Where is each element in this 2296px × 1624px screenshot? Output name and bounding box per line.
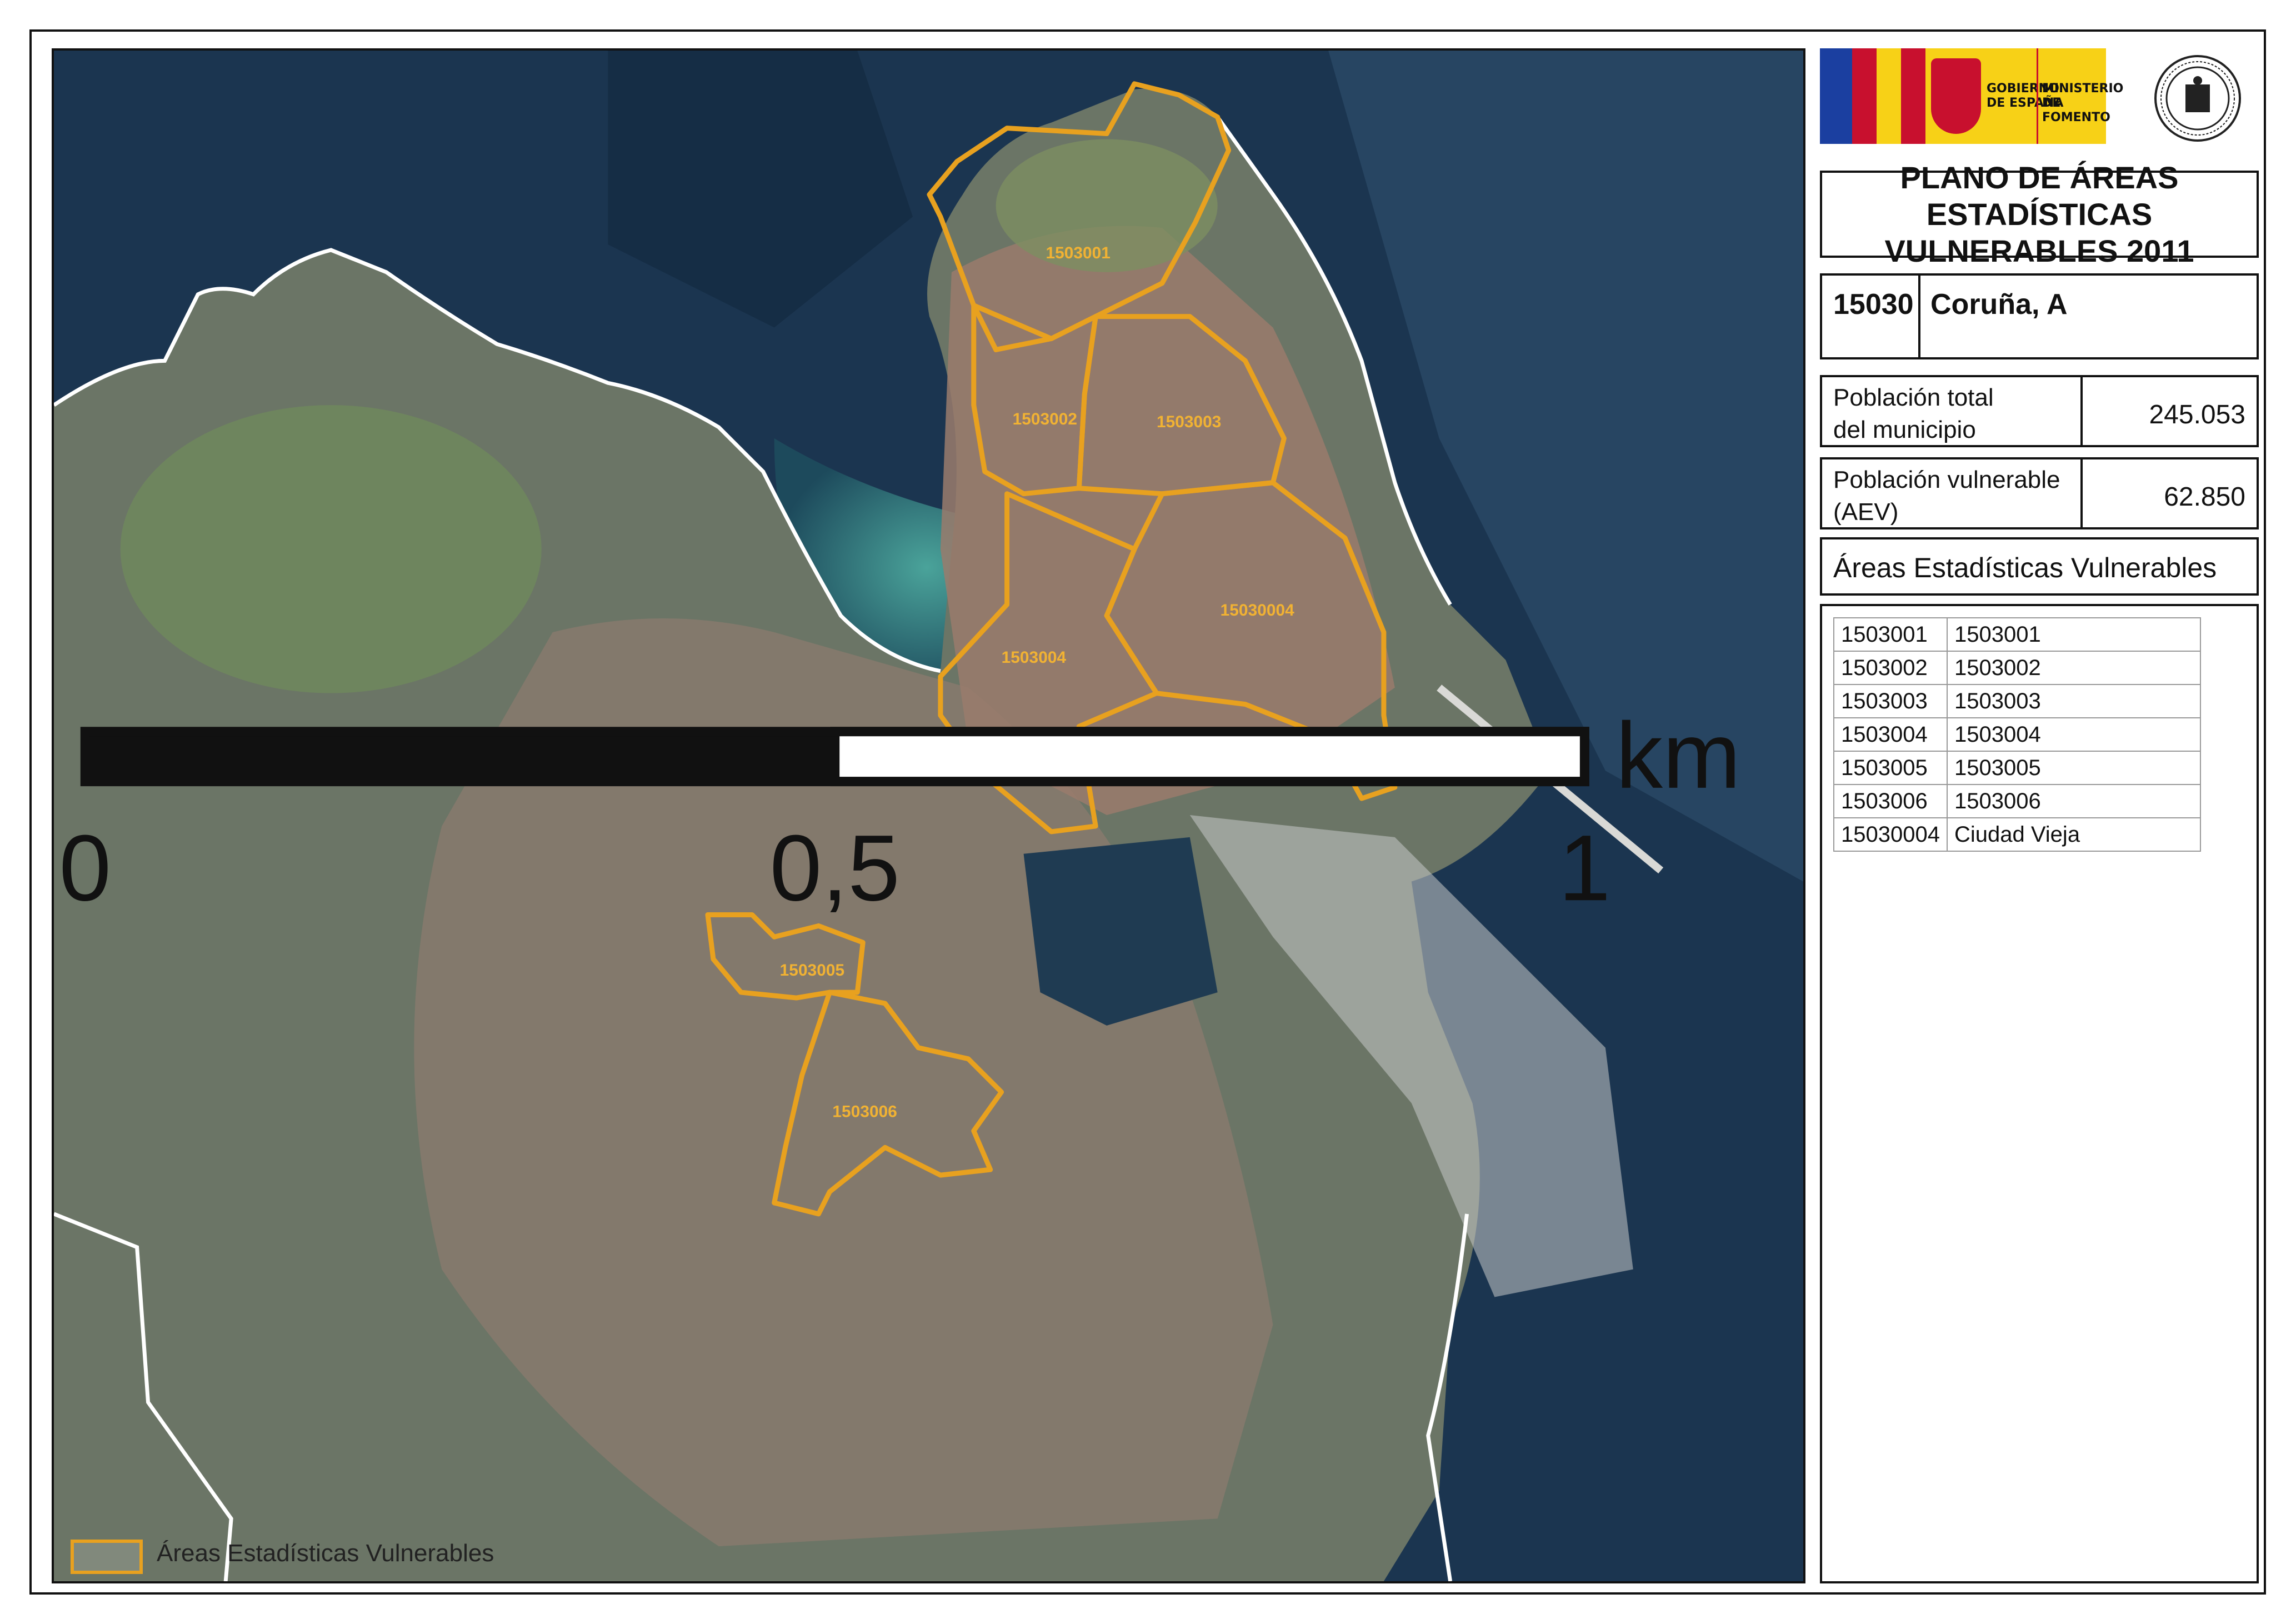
university-seal-icon [2154,55,2241,142]
aev-list-box: 1503001 1503001 1503002 1503002 1503003 150… [1820,604,2259,1583]
total-population-label-1: Población total [1833,384,1994,411]
aev-section-header: Áreas Estadísticas Vulnerables [1820,537,2259,596]
municipality-box: 15030 Coruña, A [1820,273,2259,359]
municipality-code: 15030 [1833,288,1914,321]
ministry-line-2: DE FOMENTO [2042,96,2110,124]
gobierno-espana-logo: GOBIERNO DE ESPAÑA MINISTERIO DE FOMENTO [1820,48,2123,144]
aev-name: Ciudad Vieja [1946,817,2201,852]
table-row[interactable]: 1503001 1503001 [1833,617,2201,652]
eu-flag-icon [1820,48,1852,144]
aev-code: 1503004 [1833,717,1948,752]
table-row[interactable]: 15030004 Ciudad Vieja [1833,817,2201,852]
scale-tick-half: 0,5 [770,815,901,920]
scale-unit: km [1616,703,1741,808]
vulnerable-population-box: Población vulnerable (AEV) 62.850 [1820,457,2259,529]
vulnerable-population-label-2: (AEV) [1833,498,1899,526]
map-title-line-2: VULNERABLES 2011 [1884,233,2194,268]
info-panel: GOBIERNO DE ESPAÑA MINISTERIO DE FOMENTO P… [1820,48,2259,1583]
scale-bar: 0 0,5 1 km [59,703,1741,920]
table-row[interactable]: 1503002 1503002 [1833,651,2201,685]
coat-of-arms-icon [1931,58,1981,134]
aev-code: 1503005 [1833,751,1948,785]
map-title-line-1: PLANO DE ÁREAS ESTADÍSTICAS [1900,159,2179,232]
aev-name: 1503006 [1946,784,2201,818]
aev-table: 1503001 1503001 1503002 1503002 1503003 150… [1833,617,2201,852]
aev-section-title: Áreas Estadísticas Vulnerables [1833,552,2217,583]
scale-tick-1: 1 [1558,815,1610,920]
map-title-box: PLANO DE ÁREAS ESTADÍSTICAS VULNERABLES … [1820,160,2259,268]
total-population-value: 245.053 [2149,400,2245,429]
aev-name: 1503002 [1946,651,2201,685]
table-row[interactable]: 1503006 1503006 [1833,784,2201,818]
aev-code: 15030004 [1833,817,1948,852]
table-row[interactable]: 1503004 1503004 [1833,717,2201,752]
aev-code: 1503002 [1833,651,1948,685]
aev-name: 1503004 [1946,717,2201,752]
vulnerable-population-value: 62.850 [2164,482,2245,512]
aev-name: 1503003 [1946,684,2201,718]
aev-name: 1503005 [1946,751,2201,785]
vulnerable-population-label-1: Población vulnerable [1833,466,2060,493]
table-row[interactable]: 1503003 1503003 [1833,684,2201,718]
ministry-line-1: MINISTERIO [2042,82,2124,96]
total-population-box: Población total del municipio 245.053 [1820,375,2259,447]
aev-code: 1503006 [1833,784,1948,818]
total-population-label-2: del municipio [1833,416,1976,443]
aev-code: 1503001 [1833,617,1948,652]
municipality-name: Coruña, A [1930,288,2068,321]
table-row[interactable]: 1503005 1503005 [1833,751,2201,785]
scale-tick-0: 0 [59,815,111,920]
aerial-map[interactable]: 1503001 1503002 1503003 15030004 1503004… [52,48,1805,1583]
aev-name: 1503001 [1946,617,2201,652]
aev-code: 1503003 [1833,684,1948,718]
